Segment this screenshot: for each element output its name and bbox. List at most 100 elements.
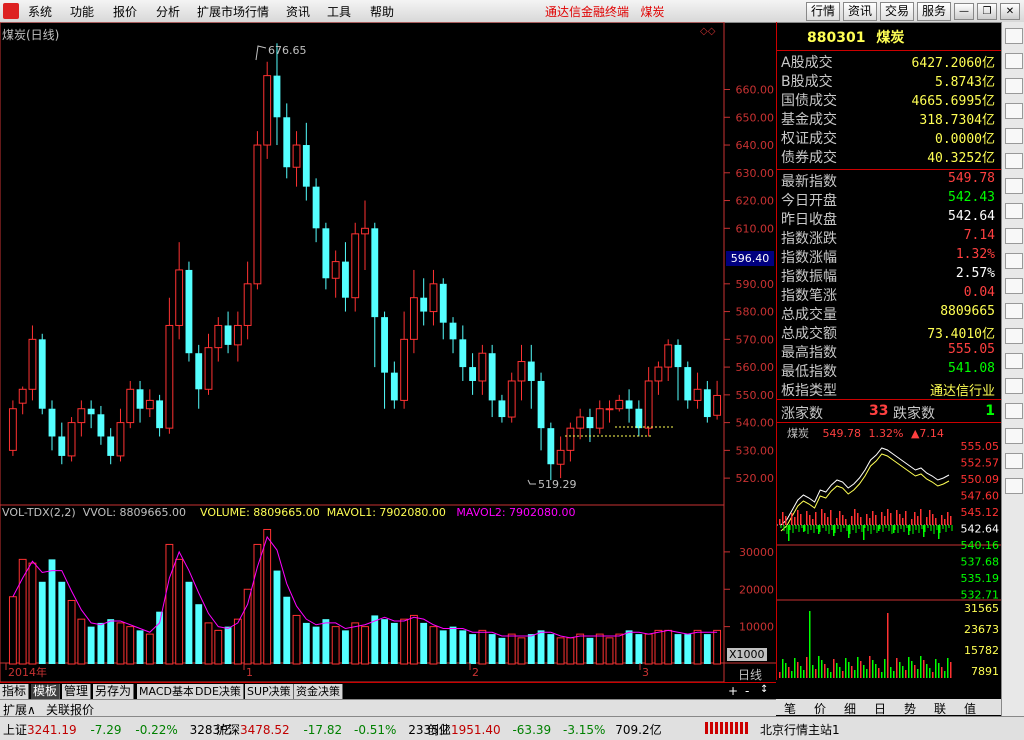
intraday-chart[interactable]: 555.05 552.57 550.09 547.60 545.12 542.64 540.… [777, 440, 1001, 680]
btn-quote[interactable]: 行情 [806, 2, 840, 21]
info-icon[interactable] [1005, 478, 1023, 494]
menu-news[interactable]: 资讯 [286, 3, 310, 20]
volume-bar [48, 559, 56, 664]
volume-bar [253, 543, 262, 665]
breadth-bar [936, 525, 938, 530]
vol-indicator-name[interactable]: VOL-TDX(2,2) [2, 506, 76, 519]
turnover-value: 6427.2060亿 [911, 56, 995, 71]
right-tab[interactable]: 联 [934, 700, 946, 717]
price-tick-label: 610.00 [736, 222, 775, 235]
indicator-tab-bar: 指标 模板 管理 另存为 MACD基本 DDE决策 SUP决策 资金决策 + -… [0, 682, 776, 700]
macd-icon[interactable] [1005, 378, 1023, 394]
breadth-bar [794, 517, 796, 525]
gear-icon[interactable] [1005, 453, 1023, 469]
right-arrow-icon[interactable] [1005, 78, 1023, 94]
candle-body [644, 380, 653, 429]
intraday-pct: 1.32% [868, 427, 904, 440]
menu-quote[interactable]: 报价 [113, 3, 137, 20]
volume-bar [77, 618, 86, 665]
volume-bar [214, 629, 223, 665]
tab-indicator[interactable]: 指标 [0, 684, 30, 699]
down-count: 1 [985, 403, 995, 419]
zoom-icon[interactable] [1005, 428, 1023, 444]
candle-body [429, 283, 438, 313]
breadth-bar [833, 525, 835, 536]
f6-icon[interactable] [1005, 353, 1023, 369]
zoom-out-icon[interactable]: - [745, 684, 749, 698]
menu-function[interactable]: 功能 [70, 3, 94, 20]
right-tab[interactable]: 势 [904, 700, 916, 717]
intraday-volume-bar [947, 658, 949, 678]
candle-body [478, 352, 487, 382]
scroll-icon[interactable]: ↕ [760, 684, 768, 695]
period-label[interactable]: 日线 [738, 666, 762, 683]
breadth-bar [887, 509, 889, 525]
right-tab[interactable]: 细 [844, 700, 856, 717]
server-name[interactable]: 北京行情主站1 [760, 721, 840, 738]
close-icon[interactable]: ✕ [1000, 3, 1020, 20]
breadth-bar [923, 525, 925, 537]
volume-bar [693, 629, 702, 665]
volume-bar [263, 528, 272, 665]
volume-bar [644, 633, 653, 665]
tab-template[interactable]: 模板 [31, 684, 61, 699]
right-tab[interactable]: 笔 [784, 700, 796, 717]
tab-sup[interactable]: SUP决策 [245, 684, 294, 699]
tab-save-as[interactable]: 另存为 [93, 684, 135, 699]
grid-icon[interactable] [1005, 103, 1023, 119]
tab-dde[interactable]: DDE决策 [193, 684, 244, 699]
hs-index[interactable]: 沪深3478.52 -17.82 -0.51% 2335亿 [216, 721, 451, 738]
volume-bar [165, 543, 174, 665]
intraday-volume-bar [779, 672, 781, 678]
volume-bar [283, 596, 291, 664]
candle-icon[interactable] [1005, 203, 1023, 219]
right-tab[interactable]: 值 [964, 700, 976, 717]
restore-icon[interactable]: ❐ [977, 3, 997, 20]
kline-chart[interactable]: 660.00 650.00 640.00 630.00 620.00 610.00 590.… [0, 22, 776, 682]
f5-icon[interactable] [1005, 328, 1023, 344]
sh-index[interactable]: 上证3241.19 -7.29 -0.22% 3283亿 [3, 721, 232, 738]
breadth-bar [789, 525, 791, 530]
list-icon[interactable] [1005, 128, 1023, 144]
volume-bar [429, 626, 438, 665]
menu-analysis[interactable]: 分析 [156, 3, 180, 20]
breadth-bar [858, 525, 860, 529]
chart-icon[interactable] [1005, 153, 1023, 169]
btn-service[interactable]: 服务 [917, 2, 951, 21]
right-tab[interactable]: 日 [874, 700, 886, 717]
cy-index[interactable]: 创业1951.40 -63.39 -3.15% 709.2亿 [427, 721, 662, 738]
breadth-bar [785, 516, 787, 525]
bars-icon[interactable] [1005, 178, 1023, 194]
intraday-volume-label: 23673 [964, 623, 999, 636]
volume-bar [195, 604, 203, 664]
f1-icon[interactable] [1005, 228, 1023, 244]
f2-icon[interactable] [1005, 253, 1023, 269]
breadth-bar [803, 525, 805, 532]
hs-pct: -0.51% [353, 723, 397, 737]
breadth-bar [854, 509, 856, 525]
breadth-bar [948, 525, 950, 528]
menu-ext-market[interactable]: 扩展市场行情 [197, 3, 269, 20]
right-tab[interactable]: 价 [814, 700, 826, 717]
candle-body [38, 339, 46, 409]
zoom-in-icon[interactable]: + [728, 684, 738, 698]
menu-help[interactable]: 帮助 [370, 3, 394, 20]
intraday-price-label: 532.71 [961, 589, 1000, 602]
breadth-bar [896, 510, 898, 525]
volume-bar [28, 562, 37, 665]
up-arrow-icon[interactable] [1005, 28, 1023, 44]
tab-manage[interactable]: 管理 [62, 684, 92, 699]
tab-macd[interactable]: MACD基本 [137, 684, 197, 699]
tab-fund[interactable]: 资金决策 [294, 684, 343, 699]
left-arrow-icon[interactable] [1005, 53, 1023, 69]
f4-icon[interactable] [1005, 303, 1023, 319]
menu-system[interactable]: 系统 [28, 3, 52, 20]
f3-icon[interactable] [1005, 278, 1023, 294]
turnover-value: 5.8743亿 [935, 75, 995, 90]
minimize-icon[interactable]: — [954, 3, 974, 20]
rsi-icon[interactable] [1005, 403, 1023, 419]
btn-news[interactable]: 资讯 [843, 2, 877, 21]
btn-trade[interactable]: 交易 [880, 2, 914, 21]
price-tick-label: 570.00 [736, 333, 775, 346]
menu-tools[interactable]: 工具 [327, 3, 351, 20]
